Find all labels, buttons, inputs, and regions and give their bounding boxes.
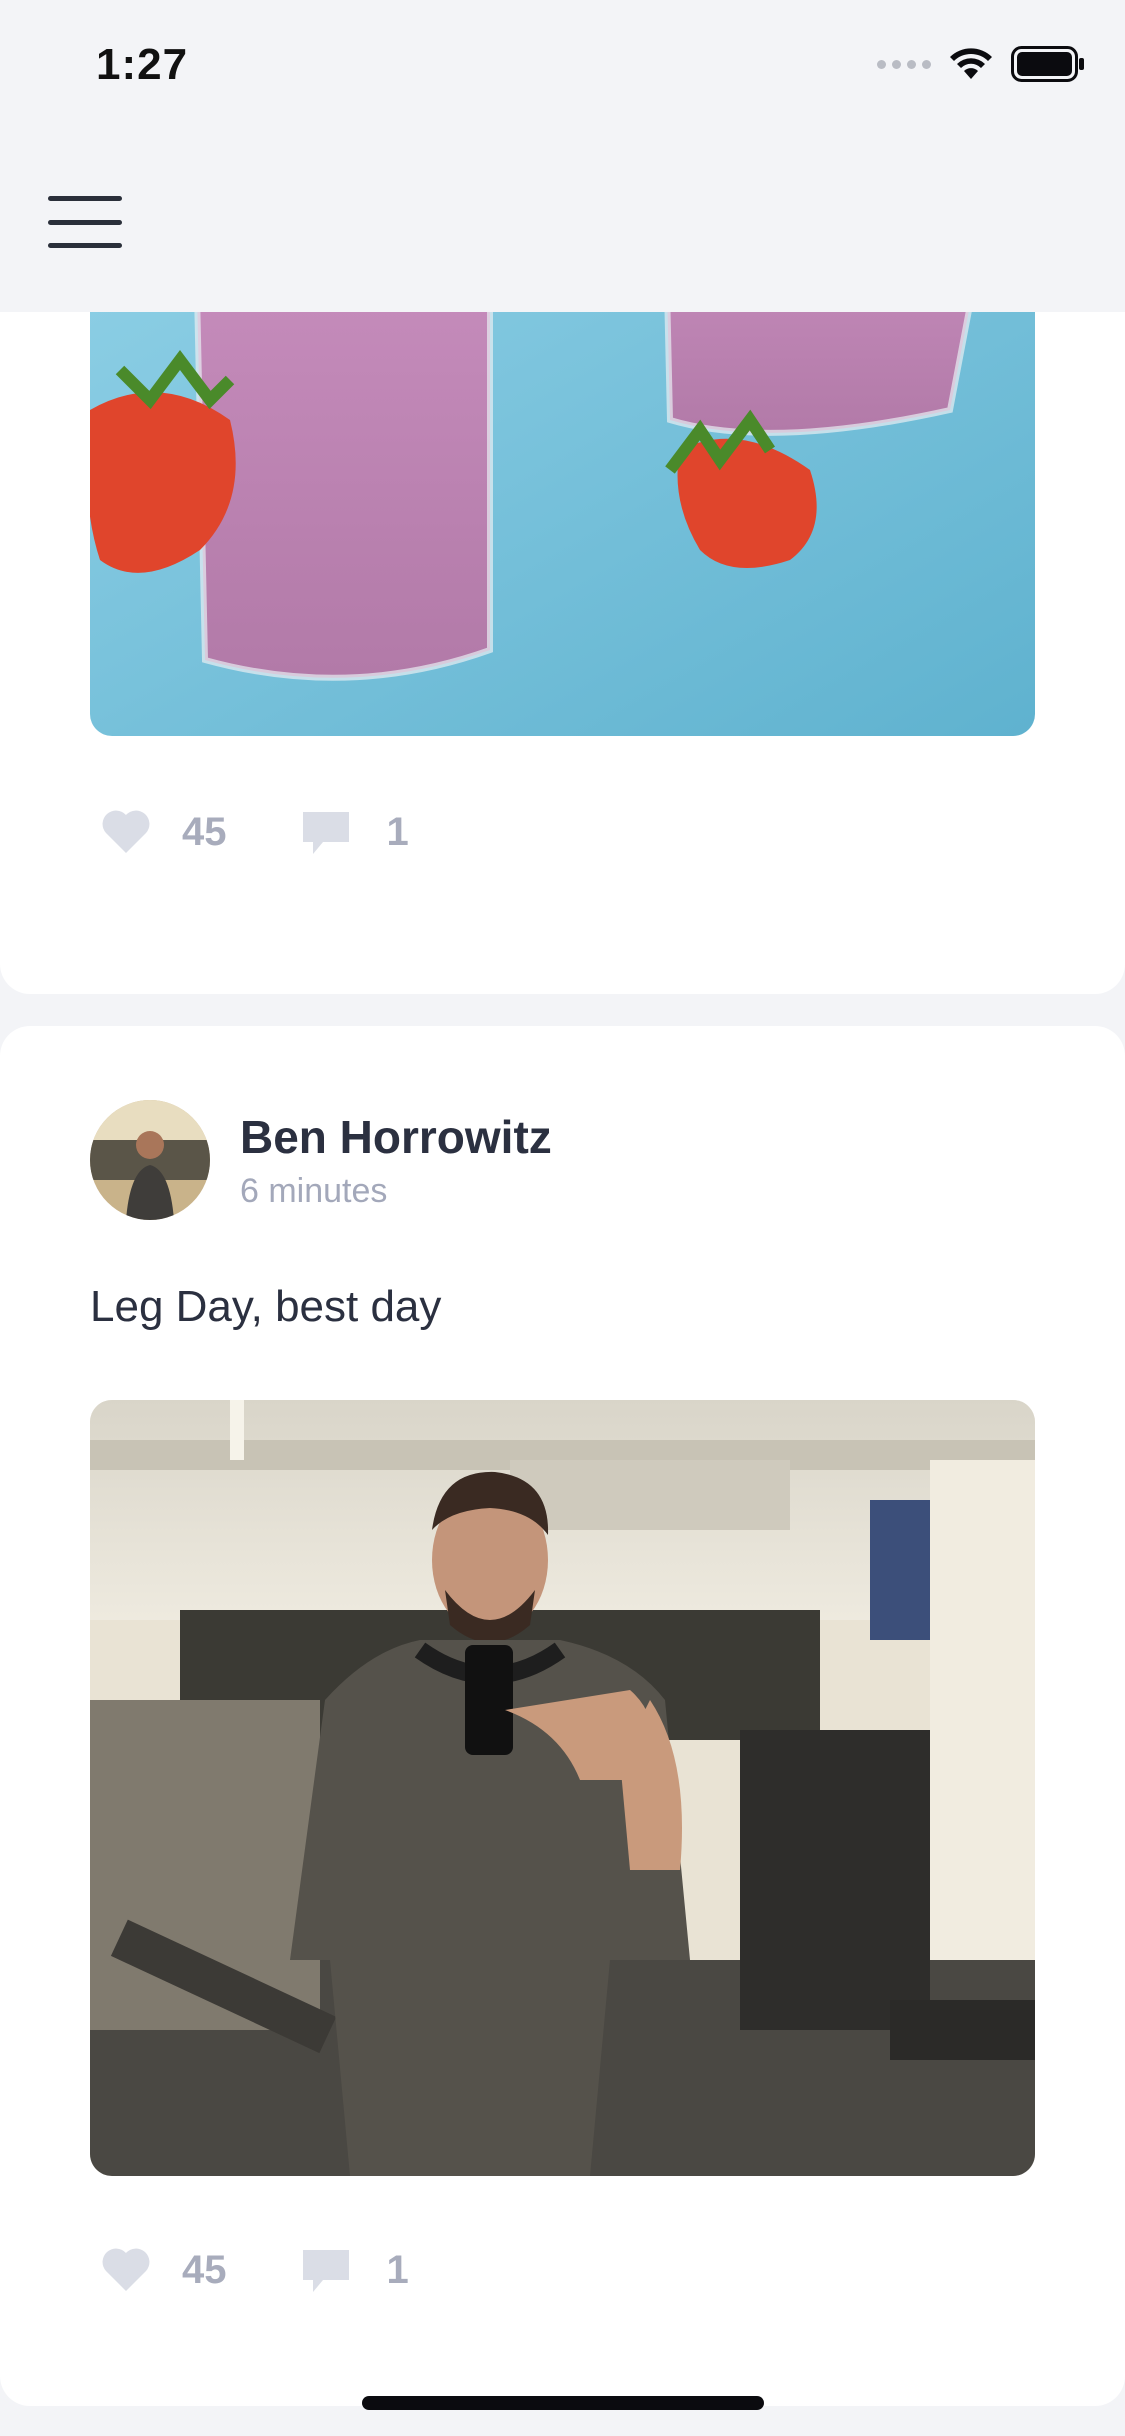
post-timestamp: 6 minutes xyxy=(240,1172,388,1210)
status-icons xyxy=(877,46,1085,82)
comment-count: 1 xyxy=(386,809,409,854)
heart-icon xyxy=(102,2248,150,2291)
comment-icon xyxy=(302,2250,349,2292)
like-count: 45 xyxy=(182,809,227,854)
home-indicator[interactable] xyxy=(362,2396,764,2410)
post-actions: 45 1 xyxy=(100,808,409,856)
cellular-signal-icon xyxy=(877,59,931,69)
comment-button[interactable]: 1 xyxy=(299,808,409,856)
comment-count: 1 xyxy=(386,2247,409,2292)
like-button[interactable]: 45 xyxy=(100,2247,227,2293)
comment-icon xyxy=(302,812,349,854)
app-header: 1:27 xyxy=(0,0,1125,312)
avatar[interactable] xyxy=(90,1100,210,1220)
feed-post-card: Ben Horrowitz 6 minutes Leg Day, best da… xyxy=(0,1026,1125,2406)
like-button[interactable]: 45 xyxy=(100,809,227,855)
post-actions: 45 1 xyxy=(100,2246,409,2294)
post-text: Leg Day, best day xyxy=(90,1282,442,1331)
comment-button[interactable]: 1 xyxy=(299,2246,409,2294)
battery-icon xyxy=(1011,46,1084,82)
status-time: 1:27 xyxy=(96,40,189,89)
like-count: 45 xyxy=(182,2247,227,2292)
post-image[interactable] xyxy=(90,1400,1035,2176)
wifi-icon xyxy=(950,48,992,79)
feed-post-card: 45 1 xyxy=(0,200,1125,994)
hamburger-menu-icon[interactable] xyxy=(48,196,122,248)
author-name[interactable]: Ben Horrowitz xyxy=(240,1110,552,1164)
heart-icon xyxy=(102,810,150,853)
